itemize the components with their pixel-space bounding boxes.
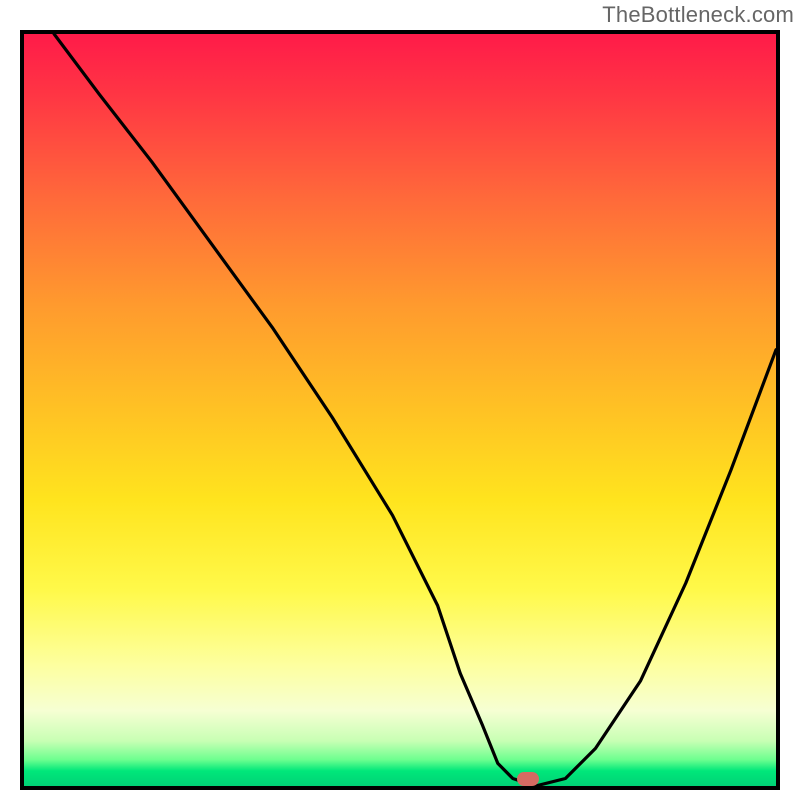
chart-container: TheBottleneck.com (0, 0, 800, 800)
plot-area (20, 30, 780, 790)
minimum-marker (517, 772, 539, 786)
watermark-text: TheBottleneck.com (602, 2, 794, 28)
bottleneck-curve (24, 34, 776, 786)
